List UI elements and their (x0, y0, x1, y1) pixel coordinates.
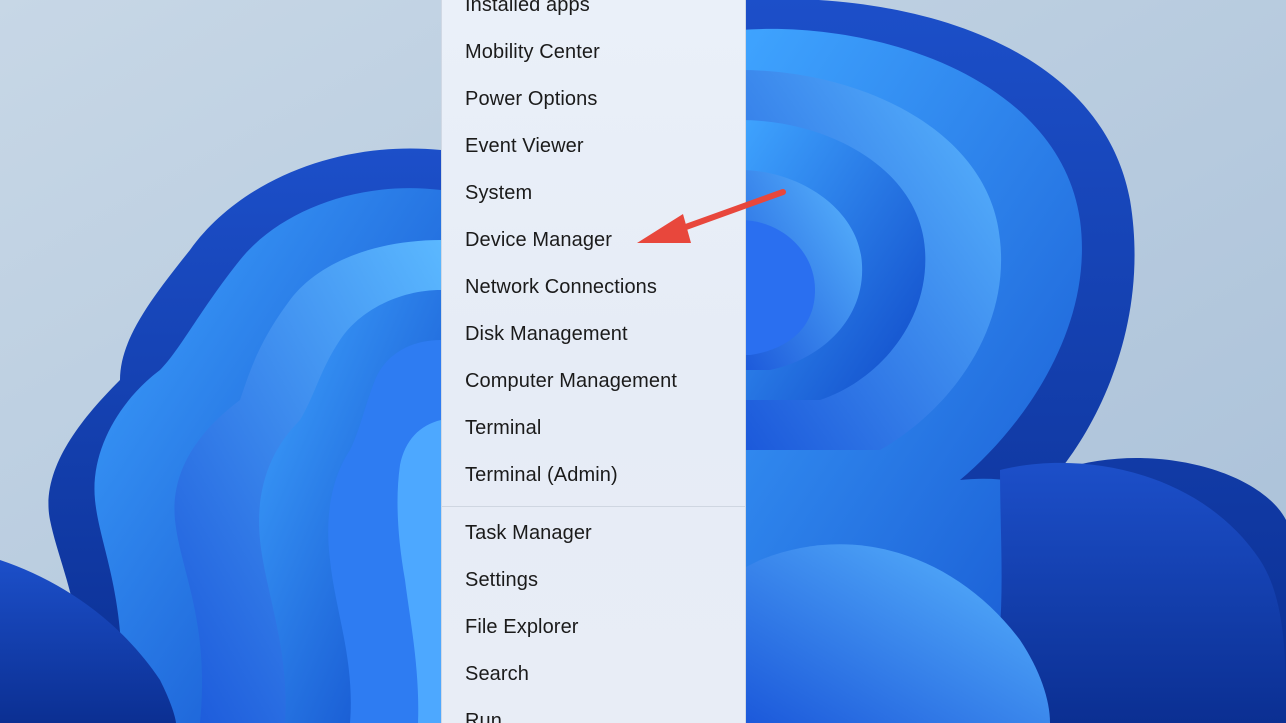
menu-item-run[interactable]: Run (442, 701, 745, 723)
menu-item-system[interactable]: System (442, 173, 745, 213)
menu-item-task-manager[interactable]: Task Manager (442, 513, 745, 553)
menu-item-terminal-admin[interactable]: Terminal (Admin) (442, 455, 745, 495)
menu-item-computer-management[interactable]: Computer Management (442, 361, 745, 401)
menu-item-device-manager[interactable]: Device Manager (442, 220, 745, 260)
menu-item-installed-apps[interactable]: Installed apps (442, 0, 745, 25)
menu-item-power-options[interactable]: Power Options (442, 79, 745, 119)
menu-item-file-explorer[interactable]: File Explorer (442, 607, 745, 647)
menu-item-network-connections[interactable]: Network Connections (442, 267, 745, 307)
menu-item-disk-management[interactable]: Disk Management (442, 314, 745, 354)
menu-item-event-viewer[interactable]: Event Viewer (442, 126, 745, 166)
menu-item-terminal[interactable]: Terminal (442, 408, 745, 448)
quick-link-context-menu: Installed apps Mobility Center Power Optio… (441, 0, 746, 723)
menu-item-search[interactable]: Search (442, 654, 745, 694)
menu-item-settings[interactable]: Settings (442, 560, 745, 600)
menu-separator (442, 506, 745, 507)
menu-item-mobility-center[interactable]: Mobility Center (442, 32, 745, 72)
